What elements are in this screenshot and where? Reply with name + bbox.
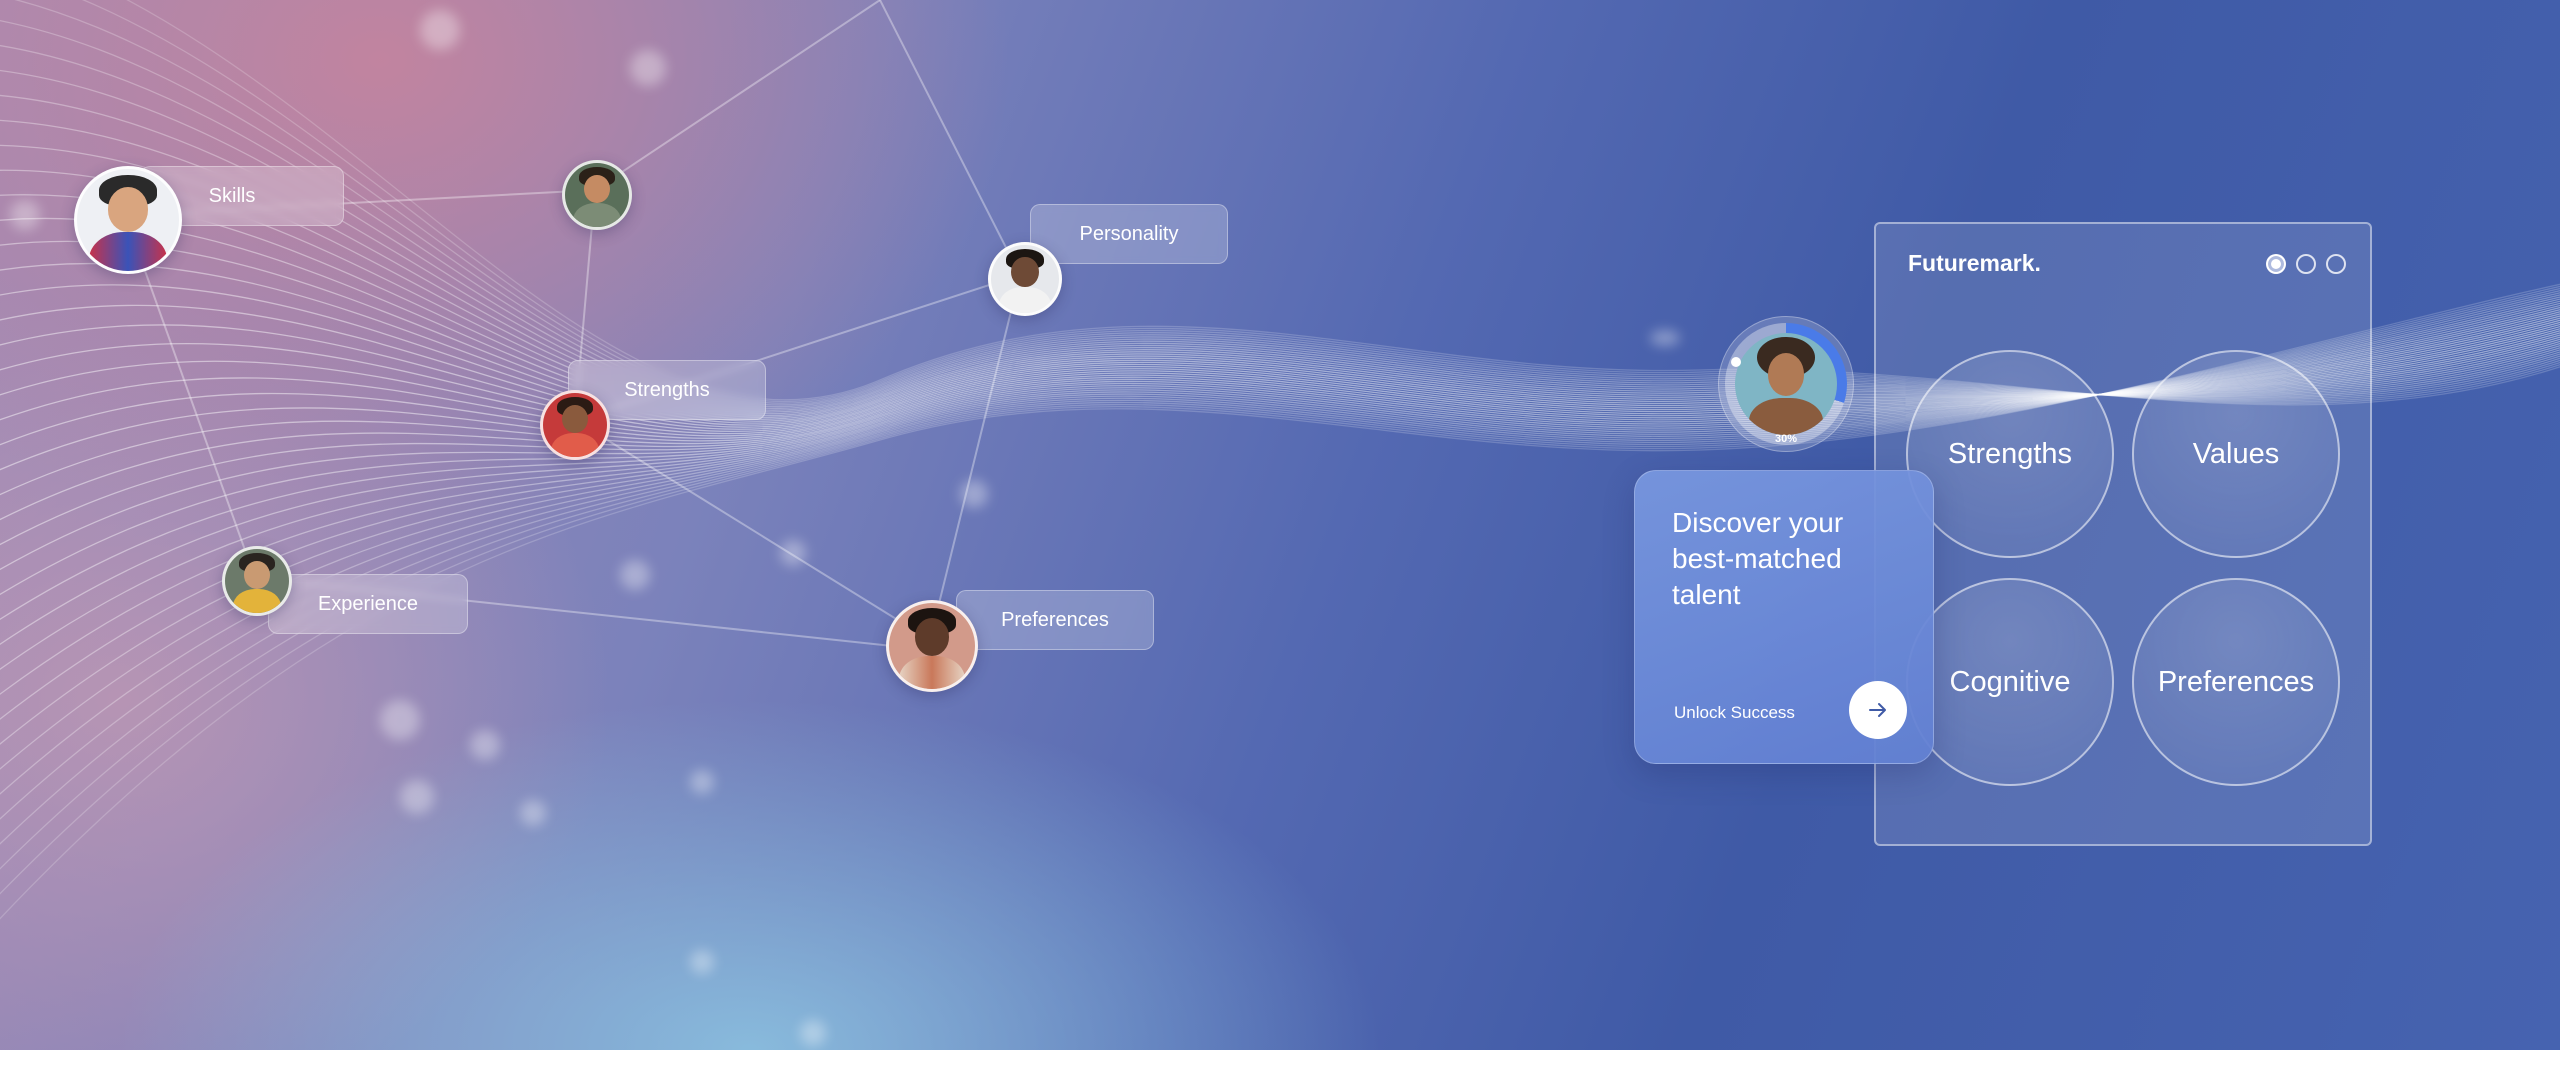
pagination-dots	[2266, 254, 2346, 274]
category-cognitive-label: Cognitive	[1949, 665, 2071, 698]
tag-personality[interactable]: Personality	[1030, 204, 1228, 264]
brand-logo: Futuremark.	[1908, 250, 2041, 276]
category-values-label: Values	[2192, 437, 2280, 470]
bokeh-dot	[420, 10, 460, 50]
tag-preferences[interactable]: Preferences	[956, 590, 1154, 650]
bokeh-dot	[400, 780, 434, 814]
pagination-dot-2[interactable]	[2296, 254, 2316, 274]
avatar-strengths	[540, 390, 610, 460]
bokeh-dot	[470, 730, 500, 760]
progress-percent: 30%	[1774, 433, 1798, 445]
pagination-dot-1[interactable]	[2266, 254, 2286, 274]
profile-progress: 30%	[1718, 316, 1854, 452]
bokeh-dot	[10, 200, 40, 230]
assessment-card: Futuremark. Strengths Values Cognitive P…	[1874, 222, 2372, 846]
bottom-strip	[0, 1050, 2560, 1067]
tag-experience-label: Experience	[317, 593, 419, 615]
pagination-dot-3[interactable]	[2326, 254, 2346, 274]
tag-personality-label: Personality	[1079, 223, 1179, 245]
tag-experience[interactable]: Experience	[268, 574, 468, 634]
profile-avatar	[1735, 333, 1837, 435]
tag-strengths-label: Strengths	[624, 379, 710, 401]
discover-headline: Discover your best-matched talent	[1672, 507, 1844, 610]
bokeh-dot	[690, 770, 714, 794]
tag-preferences-label: Preferences	[1001, 609, 1109, 631]
arrow-right-icon	[1869, 703, 1886, 717]
avatar-experience	[222, 546, 292, 616]
avatar-personality	[988, 242, 1062, 316]
bokeh-dot	[780, 540, 806, 566]
category-preferences-label: Preferences	[2157, 665, 2315, 698]
bokeh-dot	[620, 560, 650, 590]
discover-panel: Discover your best-matched talent Unlock…	[1634, 470, 1934, 764]
tag-skills-label: Skills	[208, 185, 256, 207]
avatar-top	[562, 160, 632, 230]
bokeh-dot	[630, 50, 666, 86]
unlock-success-button[interactable]	[1849, 681, 1907, 739]
bokeh-dot	[800, 1020, 826, 1046]
bokeh-dot	[960, 480, 988, 508]
bokeh-dot	[520, 800, 546, 826]
hero-background: Skills Strengths Experience Personality	[0, 0, 2560, 1050]
avatar-skills	[74, 166, 182, 274]
category-values[interactable]: Values	[2132, 350, 2340, 558]
category-strengths[interactable]: Strengths	[1906, 350, 2114, 558]
bokeh-dot	[690, 950, 714, 974]
progress-knob	[1731, 357, 1741, 367]
unlock-success-label: Unlock Success	[1674, 703, 1795, 722]
bokeh-dot	[1650, 330, 1680, 346]
category-cognitive[interactable]: Cognitive	[1906, 578, 2114, 786]
bokeh-dot	[380, 700, 420, 740]
avatar-preferences	[886, 600, 978, 692]
category-preferences[interactable]: Preferences	[2132, 578, 2340, 786]
category-strengths-label: Strengths	[1947, 437, 2073, 470]
